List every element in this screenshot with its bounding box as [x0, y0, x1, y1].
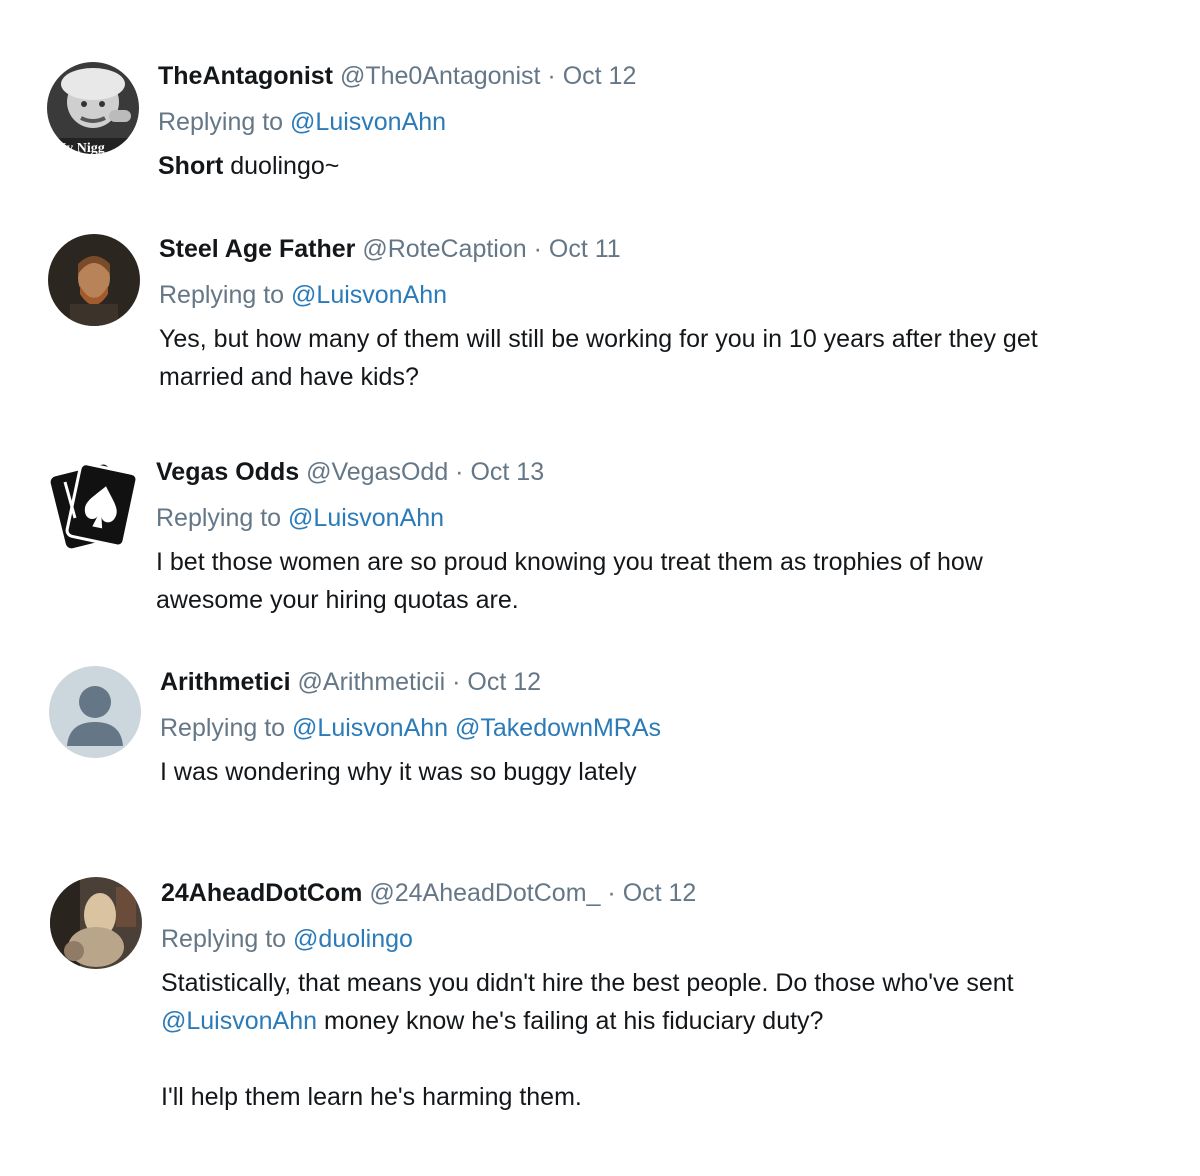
tweet-header: Steel Age Father @RoteCaption · Oct 11	[159, 234, 1119, 264]
reply-mention-link[interactable]: @LuisvonAhn	[290, 108, 446, 136]
spade-cards-icon	[47, 458, 139, 550]
replying-to: Replying to @duolingo	[161, 924, 1111, 954]
tweet-text: Statistically, that means you didn't hir…	[161, 964, 1111, 1116]
reply-mention-link[interactable]: @LuisvonAhn	[288, 504, 444, 532]
user-handle[interactable]: @Arithmeticii	[298, 668, 446, 696]
separator-dot: ·	[607, 879, 616, 907]
tweet-date[interactable]: Oct 13	[470, 458, 544, 486]
tweet-text-part: Statistically, that means you didn't hir…	[161, 969, 1014, 997]
avatar[interactable]	[48, 234, 140, 326]
display-name[interactable]: TheAntagonist	[158, 62, 333, 90]
reply-mention-link[interactable]: @LuisvonAhn	[291, 281, 447, 309]
replying-label: Replying to	[156, 504, 282, 532]
tweet-text-bold: Short	[158, 152, 224, 180]
default-profile-icon	[49, 666, 141, 758]
replying-label: Replying to	[158, 108, 284, 136]
replying-to: Replying to @LuisvonAhn	[158, 107, 1118, 137]
tweet-text-paragraph: I'll help them learn he's harming them.	[161, 1083, 582, 1111]
avatar[interactable]	[47, 458, 139, 550]
tweet-text: Short duolingo~	[158, 147, 1118, 185]
tweet-date[interactable]: Oct 12	[563, 62, 637, 90]
separator-dot: ·	[455, 458, 464, 486]
tweet-header: Arithmetici @Arithmeticii · Oct 12	[160, 667, 1120, 697]
tweet-date[interactable]: Oct 12	[467, 668, 541, 696]
avatar[interactable]	[50, 877, 142, 969]
reply-mention-link[interactable]: @TakedownMRAs	[455, 714, 661, 742]
separator-dot: ·	[452, 668, 461, 696]
replying-label: Replying to	[159, 281, 285, 309]
reply-mention-link[interactable]: @LuisvonAhn	[292, 714, 448, 742]
user-handle[interactable]: @24AheadDotCom_	[369, 879, 600, 907]
display-name[interactable]: 24AheadDotCom	[161, 879, 362, 907]
tweet-header: 24AheadDotCom @24AheadDotCom_ · Oct 12	[161, 878, 1111, 908]
tweet-text-rest: duolingo~	[223, 152, 340, 180]
replying-to: Replying to @LuisvonAhn	[159, 280, 1119, 310]
tweet-header: Vegas Odds @VegasOdd · Oct 13	[156, 457, 1056, 487]
tweet-date[interactable]: Oct 11	[549, 235, 621, 263]
user-handle[interactable]: @The0Antagonist	[340, 62, 541, 90]
replying-label: Replying to	[160, 714, 286, 742]
avatar[interactable]: My Nigg	[47, 62, 139, 154]
reply-mention-link[interactable]: @duolingo	[293, 925, 413, 953]
inline-mention-link[interactable]: @LuisvonAhn	[161, 1007, 317, 1035]
display-name[interactable]: Vegas Odds	[156, 458, 299, 486]
display-name[interactable]: Steel Age Father	[159, 235, 355, 263]
tweet-text-part: money know he's failing at his fiduciary…	[317, 1007, 824, 1035]
separator-dot: ·	[547, 62, 556, 90]
photo-avatar-icon	[50, 877, 142, 969]
avatar[interactable]	[49, 666, 141, 758]
user-handle[interactable]: @VegasOdd	[306, 458, 448, 486]
tweet-text: Yes, but how many of them will still be …	[159, 325, 1038, 391]
separator-dot: ·	[533, 235, 542, 263]
replying-label: Replying to	[161, 925, 287, 953]
einstein-avatar-icon: My Nigg	[47, 62, 139, 154]
user-handle[interactable]: @RoteCaption	[362, 235, 526, 263]
replying-to: Replying to @LuisvonAhn	[156, 503, 1056, 533]
tweet-text: I bet those women are so proud knowing y…	[156, 548, 983, 614]
replying-to: Replying to @LuisvonAhn @TakedownMRAs	[160, 713, 1120, 743]
tweet-date[interactable]: Oct 12	[623, 879, 697, 907]
avatar-caption: My Nigg	[53, 141, 105, 154]
tweet-text: I was wondering why it was so buggy late…	[160, 758, 637, 786]
tweet-header: TheAntagonist @The0Antagonist · Oct 12	[158, 61, 1118, 91]
display-name[interactable]: Arithmetici	[160, 668, 291, 696]
portrait-avatar-icon	[48, 234, 140, 326]
